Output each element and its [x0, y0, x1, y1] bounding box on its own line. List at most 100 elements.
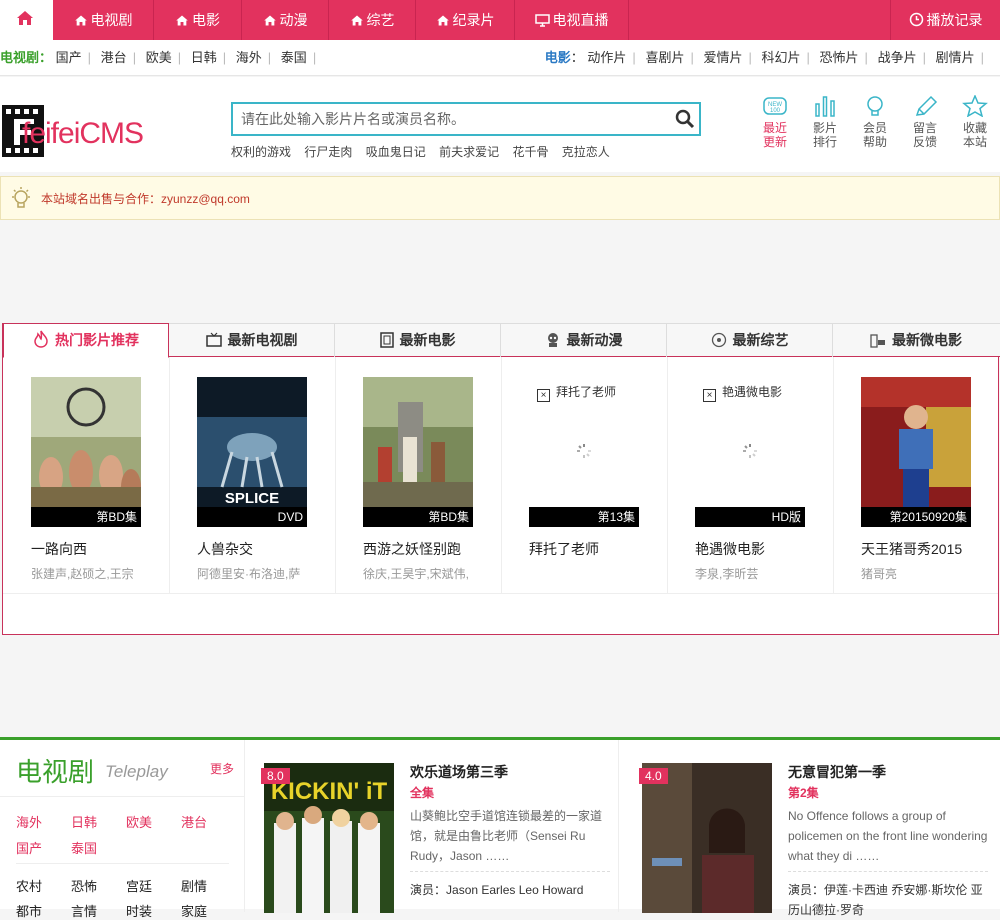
hot-keyword-link[interactable]: 权利的游戏 [231, 145, 291, 159]
movie-title[interactable]: 拜托了老师 [529, 539, 649, 559]
nav-variety-label: 综艺 [366, 12, 395, 28]
tab-label: 热门影片推荐 [55, 332, 139, 348]
nav-documentary[interactable]: 纪录片 [416, 0, 515, 40]
loading-spinner-icon [743, 444, 757, 458]
movie-card[interactable]: SPLICE DVD 人兽杂交 阿德里安·布洛迪,萨 [197, 377, 317, 582]
tab-movie[interactable]: 最新电影 [335, 324, 501, 357]
history-button[interactable]: 播放记录 [890, 0, 1000, 40]
tab-variety[interactable]: 最新综艺 [667, 324, 833, 357]
show-title[interactable]: 无意冒犯第一季 [788, 762, 886, 782]
nav-movie[interactable]: 电影 [154, 0, 242, 40]
region-link[interactable]: 国产 [16, 838, 42, 857]
nav-tv[interactable]: 电视剧 [53, 0, 154, 40]
genre-link[interactable]: 剧情 [181, 876, 207, 895]
movie-title[interactable]: 人兽杂交 [197, 539, 317, 559]
movie-category-link[interactable]: 恐怖片 [820, 50, 859, 65]
movie-category-link[interactable]: 科幻片 [762, 50, 801, 65]
movie-category-link[interactable]: 喜剧片 [645, 50, 684, 65]
tab-anime[interactable]: 最新动漫 [501, 324, 667, 357]
movie-title[interactable]: 天王猪哥秀2015 [861, 539, 981, 559]
region-link[interactable]: 泰国 [71, 838, 97, 857]
tv-category-link[interactable]: 欧美 [146, 50, 172, 65]
search-button[interactable] [675, 109, 695, 134]
poster-image: KICKIN' iT [264, 763, 394, 913]
broken-image-placeholder: × 艳遇微电影 [703, 383, 782, 402]
movie-title[interactable]: 西游之妖怪别跑 [363, 539, 483, 559]
tv-category-link[interactable]: 泰国 [281, 50, 307, 65]
movie-poster[interactable]: 第20150920集 [861, 377, 971, 527]
movie-poster[interactable]: × 艳遇微电影 HD版 [695, 377, 805, 527]
movie-title[interactable]: 一路向西 [31, 539, 151, 559]
movie-card[interactable]: × 艳遇微电影 HD版 艳遇微电影 李泉,李昕芸 [695, 377, 815, 582]
tab-tv[interactable]: 最新电视剧 [169, 324, 335, 357]
movie-category-link[interactable]: 剧情片 [936, 50, 975, 65]
nav-live-tv[interactable]: 电视直播 [515, 0, 629, 40]
hot-keyword-link[interactable]: 吸血鬼日记 [366, 145, 426, 159]
broken-image-icon: × [703, 389, 716, 402]
home-button[interactable] [0, 0, 53, 40]
tv-category-link[interactable]: 海外 [236, 50, 262, 65]
movie-card[interactable]: 第BD集 一路向西 张建声,赵硕之,王宗 [31, 377, 151, 582]
movie-card[interactable]: 第20150920集 天王猪哥秀2015 猪哥亮 [861, 377, 981, 582]
robot-icon [547, 333, 558, 347]
movie-poster[interactable]: SPLICE DVD [197, 377, 307, 527]
quick-member-help[interactable]: 会员 帮助 [855, 95, 895, 149]
hot-keyword-link[interactable]: 花千骨 [512, 145, 548, 159]
tab-label: 最新动漫 [566, 332, 623, 348]
genre-link[interactable]: 农村 [16, 876, 42, 895]
search-input[interactable]: 请在此处输入影片片名或演员名称。 [241, 104, 465, 134]
genre-link[interactable]: 宫廷 [126, 876, 152, 895]
tv-icon [205, 332, 222, 347]
movie-card[interactable]: × 拜托了老师 第13集 拜托了老师 [529, 377, 649, 565]
show-title[interactable]: 欢乐道场第三季 [410, 762, 508, 782]
movie-poster[interactable]: 第BD集 [363, 377, 473, 527]
tv-category-link[interactable]: 国产 [56, 50, 82, 65]
nav-live-tv-label: 电视直播 [552, 12, 609, 28]
lightbulb-icon [12, 187, 30, 208]
movie-category-links: 电影： 动作片 | 喜剧片 | 爱情片 | 科幻片 | 恐怖片 | 战争片 | 剧情片 | [544, 50, 984, 65]
movie-category-link[interactable]: 爱情片 [703, 50, 742, 65]
hot-keyword-link[interactable]: 前夫求爱记 [439, 145, 499, 159]
tv-category-link[interactable]: 日韩 [191, 50, 217, 65]
cast-label: 演员： [410, 883, 447, 897]
featured-show[interactable]: 4.0 无意冒犯第一季 第2集 No Offence follows a gro… [639, 740, 1000, 917]
tab-hot[interactable]: 热门影片推荐 [3, 323, 169, 358]
nav-variety[interactable]: 综艺 [329, 0, 416, 40]
search-box[interactable]: 请在此处输入影片片名或演员名称。 [231, 102, 701, 136]
genre-link[interactable]: 言情 [71, 901, 97, 920]
genre-link[interactable]: 恐怖 [71, 876, 97, 895]
pen-icon [915, 95, 938, 116]
tab-micro-film[interactable]: 最新微电影 [833, 324, 999, 357]
movie-poster[interactable]: 第BD集 [31, 377, 141, 527]
region-link[interactable]: 海外 [16, 812, 42, 831]
show-description: No Offence follows a group of policemen … [788, 809, 988, 863]
movie-card[interactable]: 第BD集 西游之妖怪别跑 徐庆,王昊宇,宋斌伟, [363, 377, 483, 582]
movie-category-link[interactable]: 战争片 [878, 50, 917, 65]
quick-ranking[interactable]: 影片 排行 [805, 95, 845, 149]
hot-keyword-link[interactable]: 行尸走肉 [304, 145, 352, 159]
tv-category-link[interactable]: 港台 [101, 50, 127, 65]
quick-feedback[interactable]: 留言 反馈 [905, 95, 945, 149]
featured-poster[interactable]: KICKIN' iT [264, 763, 394, 913]
cast-names[interactable]: Jason Earles Leo Howard [446, 883, 583, 897]
genre-link[interactable]: 时装 [126, 901, 152, 920]
hot-keyword-link[interactable]: 克拉恋人 [562, 145, 610, 159]
genre-link[interactable]: 家庭 [181, 901, 207, 920]
featured-poster[interactable] [642, 763, 772, 913]
genre-link[interactable]: 都市 [16, 901, 42, 920]
top-nav: 电视剧 电影 动漫 综艺 纪录片 电视直播 播放记录 [0, 0, 1000, 40]
quick-latest-updates[interactable]: NEW 100 最近 更新 [755, 95, 795, 149]
nav-anime[interactable]: 动漫 [242, 0, 329, 40]
svg-text:SPLICE: SPLICE [225, 490, 279, 507]
show-cast: 演员：Jason Earles Leo Howard [410, 880, 620, 900]
movie-poster[interactable]: × 拜托了老师 第13集 [529, 377, 639, 527]
region-link[interactable]: 日韩 [71, 812, 97, 831]
quick-bookmark[interactable]: 收藏 本站 [955, 95, 995, 149]
movie-title[interactable]: 艳遇微电影 [695, 539, 815, 559]
more-link[interactable]: 更多 [210, 760, 234, 777]
region-link[interactable]: 港台 [181, 812, 207, 831]
region-link[interactable]: 欧美 [126, 812, 152, 831]
movie-category-link[interactable]: 动作片 [587, 50, 626, 65]
featured-show[interactable]: KICKIN' iT 8.0 欢乐道场第三季 全集 山葵鲍比空手道馆连锁最差的一… [261, 740, 620, 913]
site-logo[interactable]: feifeiCMS [0, 101, 200, 161]
